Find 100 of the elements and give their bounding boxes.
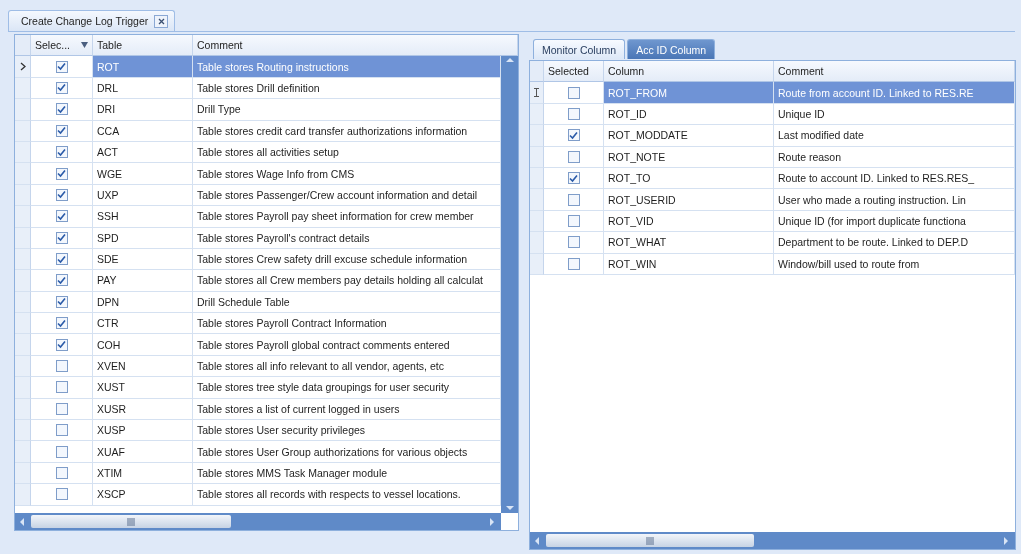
comment-cell[interactable]: Table stores MMS Task Manager module <box>193 462 501 485</box>
column-cell[interactable]: ROT_TO <box>604 167 774 190</box>
document-tab[interactable]: Create Change Log Trigger <box>8 10 176 31</box>
column-header[interactable]: Selected <box>544 61 604 83</box>
table-cell[interactable]: COH <box>93 334 193 356</box>
checkbox[interactable] <box>55 253 68 266</box>
column-cell[interactable]: ROT_WHAT <box>604 232 774 254</box>
comment-cell[interactable]: Window/bill used to route from <box>774 253 1015 275</box>
comment-cell[interactable]: Unique ID <box>774 103 1015 126</box>
comment-cell[interactable]: Table stores Payroll's contract details <box>193 227 501 249</box>
scroll-thumb[interactable] <box>31 515 231 528</box>
checkbox[interactable] <box>55 424 68 437</box>
checkbox[interactable] <box>55 210 68 223</box>
checkbox[interactable] <box>55 60 68 73</box>
table-cell[interactable]: XUSR <box>93 398 193 421</box>
column-header[interactable]: Column <box>604 61 774 83</box>
comment-cell[interactable]: Table stores all activities setup <box>193 141 501 164</box>
comment-cell[interactable]: Table stores User Group authorizations for various objects <box>193 441 501 463</box>
comment-cell[interactable]: Table stores Drill definition <box>193 77 501 100</box>
checkbox[interactable] <box>55 467 68 479</box>
comment-cell[interactable]: Table stores Passenger/Crew account information and detail <box>193 184 501 207</box>
checkbox[interactable] <box>55 381 68 394</box>
vertical-scrollbar[interactable] <box>501 56 518 513</box>
scroll-thumb[interactable] <box>546 534 754 547</box>
row-header[interactable] <box>530 82 544 104</box>
table-cell[interactable]: XVEN <box>93 355 193 378</box>
checkbox[interactable] <box>567 129 580 142</box>
table-cell[interactable]: PAY <box>93 270 193 292</box>
table-cell[interactable]: DRI <box>93 99 193 121</box>
checkbox[interactable] <box>55 295 68 308</box>
checkbox[interactable] <box>567 214 580 227</box>
checkbox[interactable] <box>55 167 68 180</box>
table-cell[interactable]: DRL <box>93 77 193 100</box>
checkbox[interactable] <box>567 86 580 99</box>
checkbox[interactable] <box>567 257 580 270</box>
checkbox[interactable] <box>567 107 580 120</box>
comment-cell[interactable]: Table stores tree style data groupings for user security <box>193 377 501 399</box>
column-header[interactable]: Comment <box>193 35 518 57</box>
checkbox[interactable] <box>567 172 580 185</box>
comment-cell[interactable]: Route to account ID. Linked to RES.RES_ <box>774 167 1015 190</box>
comment-cell[interactable]: Table stores User security privileges <box>193 420 501 442</box>
column-cell[interactable]: ROT_WIN <box>604 253 774 275</box>
checkbox[interactable] <box>55 360 68 373</box>
comment-cell[interactable]: Last modified date <box>774 125 1015 147</box>
table-cell[interactable]: SDE <box>93 248 193 271</box>
comment-cell[interactable]: Table stores all Crew members pay details holding all calculat <box>193 270 501 292</box>
column-header[interactable]: Table <box>93 35 193 57</box>
table-cell[interactable]: XUST <box>93 377 193 399</box>
column-header[interactable]: Selec... <box>31 35 93 57</box>
checkbox[interactable] <box>55 402 68 415</box>
close-button[interactable] <box>154 14 169 28</box>
table-cell[interactable]: SPD <box>93 227 193 249</box>
table-cell[interactable]: CTR <box>93 313 193 335</box>
checkbox[interactable] <box>55 445 68 458</box>
table-cell[interactable]: CCA <box>93 120 193 142</box>
table-cell[interactable]: XSCP <box>93 484 193 506</box>
comment-cell[interactable]: Drill Schedule Table <box>193 291 501 314</box>
column-cell[interactable]: ROT_USERID <box>604 189 774 211</box>
checkbox[interactable] <box>567 236 580 249</box>
checkbox[interactable] <box>55 338 68 351</box>
checkbox[interactable] <box>567 150 580 163</box>
table-cell[interactable]: WGE <box>93 163 193 185</box>
checkbox[interactable] <box>55 81 68 94</box>
close-icon[interactable] <box>157 17 165 25</box>
comment-cell[interactable]: Route reason <box>774 146 1015 168</box>
table-cell[interactable]: XUAF <box>93 441 193 463</box>
table-cell[interactable]: XTIM <box>93 462 193 485</box>
tab[interactable]: Monitor Column <box>533 39 626 59</box>
checkbox[interactable] <box>55 188 68 201</box>
comment-cell[interactable]: Table stores Payroll global contract comments entered <box>193 334 501 356</box>
comment-cell[interactable]: Table stores Wage Info from CMS <box>193 163 501 185</box>
checkbox[interactable] <box>55 317 68 330</box>
checkbox[interactable] <box>55 124 68 137</box>
column-header[interactable]: Comment <box>774 61 1015 83</box>
comment-cell[interactable]: Department to be route. Linked to DEP.D <box>774 232 1015 254</box>
checkbox[interactable] <box>55 146 68 159</box>
column-cell[interactable]: ROT_NOTE <box>604 146 774 168</box>
comment-cell[interactable]: Table stores all info relevant to all vendor, agents, etc <box>193 355 501 378</box>
comment-cell[interactable]: Table stores Payroll pay sheet information for crew member <box>193 206 501 228</box>
table-cell[interactable]: XUSP <box>93 420 193 442</box>
table-cell[interactable]: SSH <box>93 206 193 228</box>
comment-cell[interactable]: Unique ID (for import duplicate functiona <box>774 210 1015 233</box>
checkbox[interactable] <box>55 103 68 116</box>
comment-cell[interactable]: Table stores Crew safety drill excuse schedule information <box>193 248 501 271</box>
comment-cell[interactable]: User who made a routing instruction. Lin <box>774 189 1015 211</box>
comment-cell[interactable]: Drill Type <box>193 99 501 121</box>
checkbox[interactable] <box>567 193 580 206</box>
tab[interactable]: Acc ID Column <box>627 39 716 59</box>
scroll-down-arrow-icon[interactable] <box>504 503 515 513</box>
comment-cell[interactable]: Table stores all records with respects to vessel locations. <box>193 484 501 506</box>
comment-cell[interactable]: Table stores a list of current logged in users <box>193 398 501 421</box>
checkbox[interactable] <box>55 274 68 287</box>
table-cell[interactable]: UXP <box>93 184 193 207</box>
column-cell[interactable]: ROT_ID <box>604 103 774 126</box>
row-header[interactable] <box>15 56 31 78</box>
checkbox[interactable] <box>55 488 68 501</box>
checkbox[interactable] <box>55 231 68 244</box>
comment-cell[interactable]: Table stores Payroll Contract Information <box>193 313 501 335</box>
horizontal-scrollbar[interactable] <box>530 532 1015 549</box>
column-cell[interactable]: ROT_VID <box>604 210 774 233</box>
